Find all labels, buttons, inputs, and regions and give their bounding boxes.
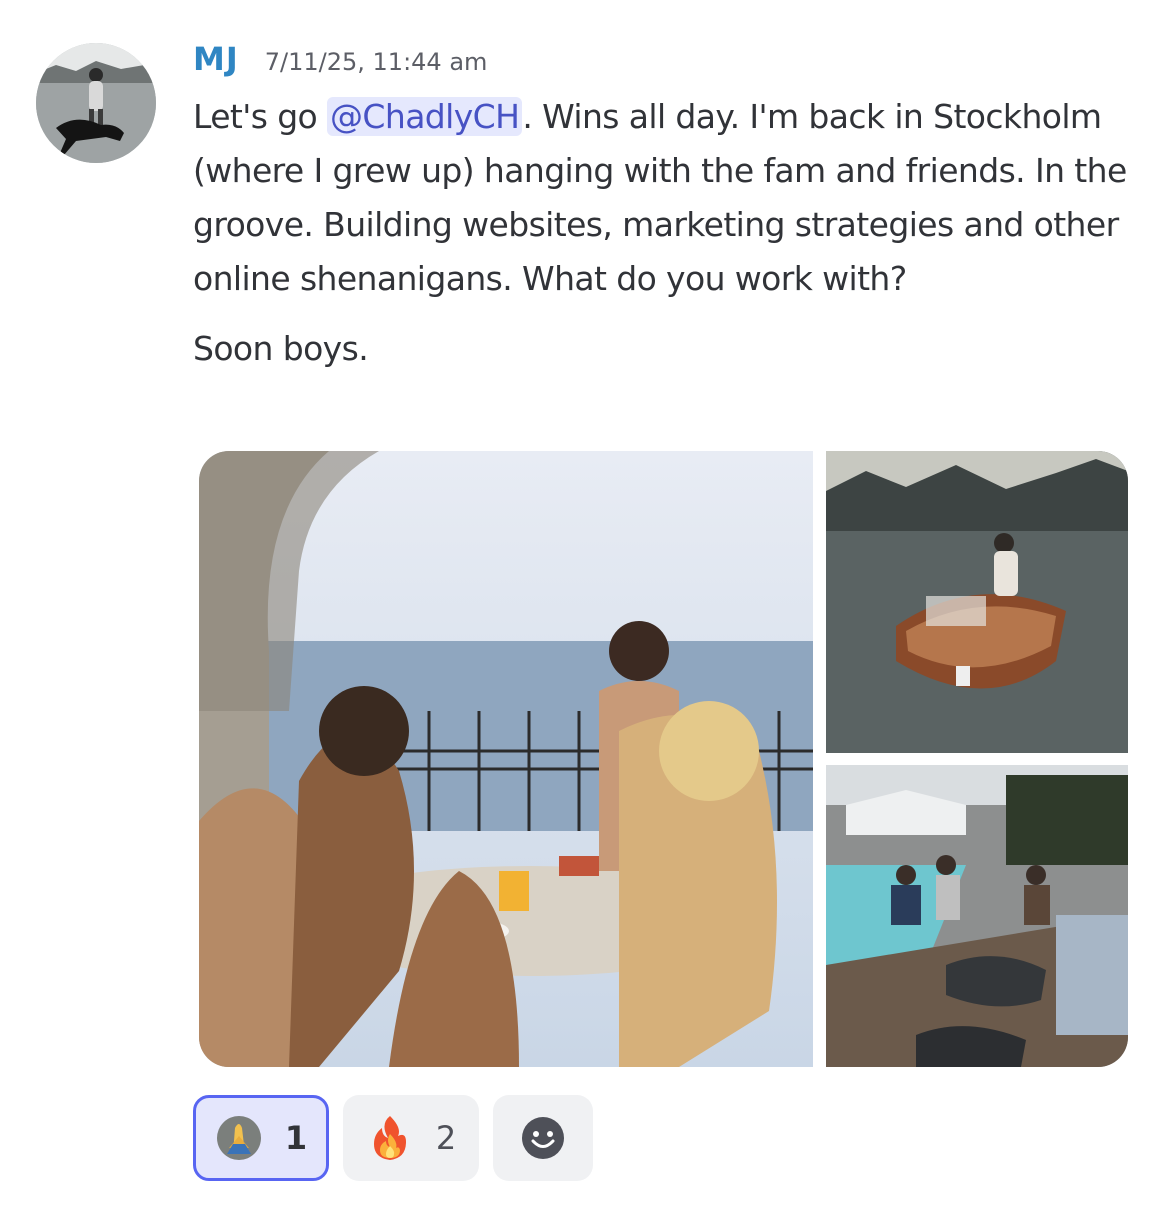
author-avatar[interactable]: [36, 43, 156, 163]
balcony-brunch-image: [199, 451, 813, 1067]
add-reaction-button[interactable]: [493, 1095, 593, 1181]
message-content: Let's go @ChadlyCH. Wins all day. I'm ba…: [193, 90, 1138, 376]
reaction-praying-hands[interactable]: 1: [193, 1095, 329, 1181]
author-name[interactable]: MJ: [193, 40, 239, 78]
reactions-bar: 1 2: [193, 1095, 593, 1181]
image-gallery: [199, 451, 1128, 1067]
lake-boat-image: [826, 451, 1128, 753]
message-paragraph: Let's go @ChadlyCH. Wins all day. I'm ba…: [193, 90, 1138, 306]
message-paragraph-2: Soon boys.: [193, 329, 369, 368]
rooftop-pool-image: [826, 765, 1128, 1067]
message-header: MJ 7/11/25, 11:44 am: [193, 40, 487, 88]
smiley-face-icon: [522, 1117, 564, 1159]
gallery-image-rooftop[interactable]: [826, 765, 1128, 1067]
message-text-before-mention: Let's go: [193, 97, 328, 136]
reaction-fire[interactable]: 2: [343, 1095, 479, 1181]
fire-icon: [373, 1116, 406, 1160]
avatar-image: [36, 43, 156, 163]
user-mention[interactable]: @ChadlyCH: [327, 97, 523, 136]
praying-hands-icon: [216, 1116, 261, 1160]
gallery-image-balcony[interactable]: [199, 451, 813, 1067]
message-timestamp: 7/11/25, 11:44 am: [264, 48, 488, 76]
gallery-image-boat[interactable]: [826, 451, 1128, 753]
reaction-count: 2: [435, 1119, 457, 1157]
reaction-count: 1: [284, 1119, 308, 1157]
